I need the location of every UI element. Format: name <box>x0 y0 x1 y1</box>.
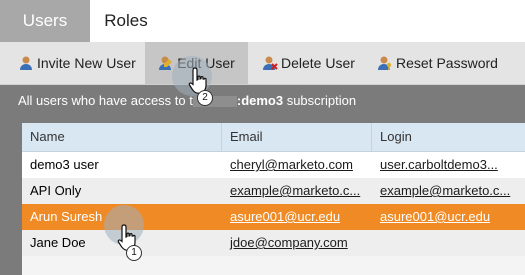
users-panel: All users who have access to t :demo3 sub… <box>0 85 525 275</box>
column-header-email[interactable]: Email <box>222 123 372 151</box>
table-row[interactable]: demo3 user cheryl@marketo.com user.carbo… <box>22 152 525 178</box>
delete-user-label: Delete User <box>281 55 355 71</box>
tab-users[interactable]: Users <box>0 0 90 42</box>
table-row[interactable]: Jane Doe jdoe@company.com <box>22 230 525 256</box>
column-header-name[interactable]: Name <box>22 123 222 151</box>
invite-new-user-button[interactable]: Invite New User <box>18 42 136 84</box>
cell-email[interactable]: jdoe@company.com <box>222 230 372 256</box>
user-delete-icon <box>263 56 278 70</box>
reset-password-label: Reset Password <box>396 55 498 71</box>
table-row[interactable]: API Only example@marketo.c... example@ma… <box>22 178 525 204</box>
tab-roles[interactable]: Roles <box>90 0 162 42</box>
step-badge: 2 <box>197 90 213 106</box>
table-row-selected[interactable]: Arun Suresh asure001@ucr.edu asure001@uc… <box>22 204 525 230</box>
cell-email[interactable]: example@marketo.c... <box>222 178 372 204</box>
cell-name: API Only <box>30 183 82 198</box>
cell-login[interactable]: user.carboltdemo3... <box>372 152 525 178</box>
caption-subscription: :demo3 <box>236 93 284 108</box>
table-header: Name Email Login <box>22 123 525 152</box>
toolbar: Invite New User Edit User Delete User Re… <box>0 42 525 85</box>
cell-name: demo3 user <box>30 157 99 172</box>
cell-email[interactable]: asure001@ucr.edu <box>222 204 372 230</box>
step-badge: 1 <box>126 245 142 261</box>
tab-bar: Users Roles <box>0 0 525 42</box>
cell-email[interactable]: cheryl@marketo.com <box>222 152 372 178</box>
user-edit-icon <box>159 56 173 70</box>
delete-user-button[interactable]: Delete User <box>262 42 355 84</box>
user-add-icon <box>20 56 32 70</box>
cell-login[interactable] <box>372 230 525 256</box>
column-header-login[interactable]: Login <box>372 123 525 151</box>
caption-prefix: All users who have access to t <box>18 93 193 108</box>
invite-new-user-label: Invite New User <box>37 55 136 71</box>
cell-login[interactable]: asure001@ucr.edu <box>372 204 525 230</box>
reset-password-button[interactable]: Reset Password <box>377 42 498 84</box>
caption-suffix: subscription <box>283 93 357 108</box>
user-key-icon <box>378 56 392 70</box>
users-table: Name Email Login demo3 user cheryl@marke… <box>22 123 525 275</box>
cell-login[interactable]: example@marketo.c... <box>372 178 525 204</box>
